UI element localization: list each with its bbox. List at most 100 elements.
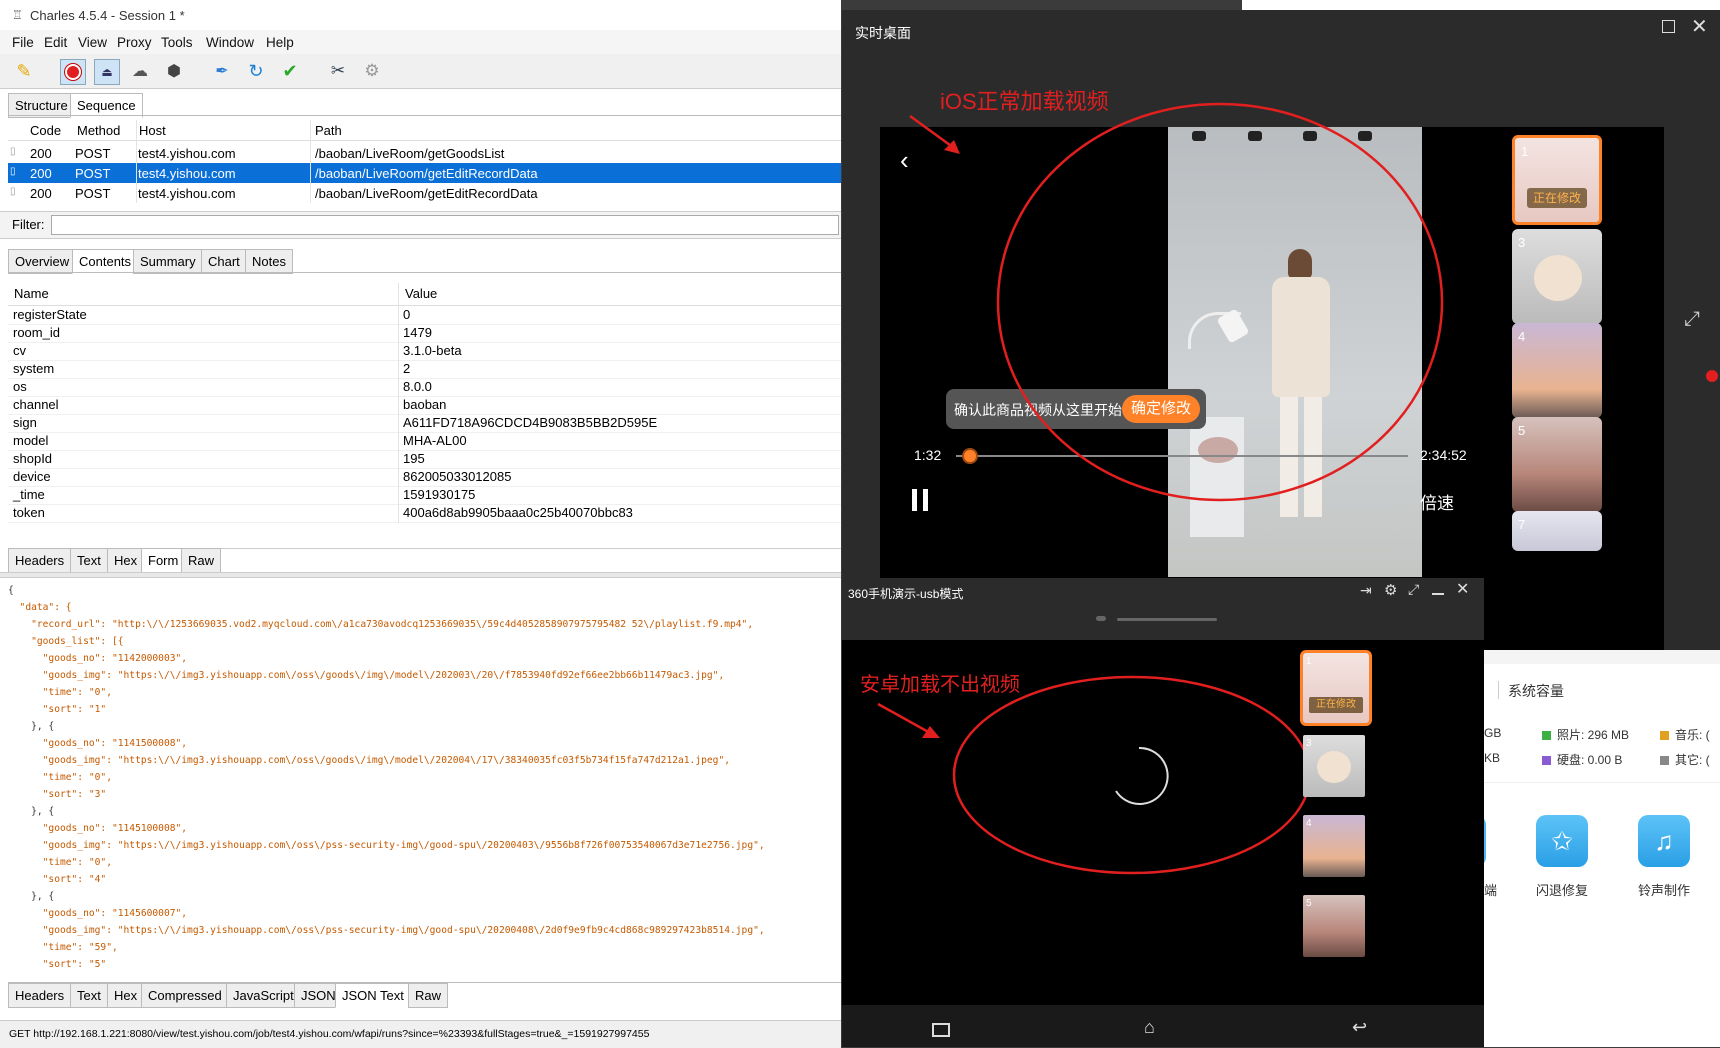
kv-row[interactable]: model MHA-AL00 xyxy=(8,432,841,451)
divider xyxy=(1498,681,1499,699)
refresh-icon[interactable]: ↻ xyxy=(244,59,268,83)
tab-req-form[interactable]: Form xyxy=(141,548,186,573)
legend-item: 音乐: ( xyxy=(1660,726,1710,743)
throttle-button[interactable]: ⏏ xyxy=(94,59,120,85)
menu-edit[interactable]: Edit xyxy=(44,35,67,50)
kv-row[interactable]: device 862005033012085 xyxy=(8,468,841,487)
json-line: "goods_no": "1142000003", xyxy=(8,653,188,664)
tab-overview[interactable]: Overview xyxy=(8,249,77,274)
broom-icon[interactable]: ✎ xyxy=(12,59,36,83)
json-line: "time": "59", xyxy=(8,942,118,953)
android-window-title: 360手机演示-usb模式 xyxy=(848,587,964,601)
drag-handle[interactable] xyxy=(1117,618,1217,621)
view-tabs: Structure Sequence xyxy=(8,93,841,118)
table-row[interactable]: ▯ 200 POST test4.yishou.com /baoban/Live… xyxy=(8,183,841,203)
check-icon[interactable]: ✔ xyxy=(278,59,302,83)
menu-proxy[interactable]: Proxy xyxy=(117,35,152,50)
kv-header-name[interactable]: Name xyxy=(14,286,49,301)
tab-req-raw[interactable]: Raw xyxy=(181,548,222,573)
kv-value: 400a6d8ab9905baaa0c25b40070bbc83 xyxy=(403,505,633,520)
menu-help[interactable]: Help xyxy=(266,35,294,50)
thumb-number: 5 xyxy=(1306,898,1312,909)
product-thumb[interactable]: 4 xyxy=(1303,815,1365,877)
filter-input[interactable] xyxy=(51,215,839,235)
fullscreen-icon[interactable]: ⤢ xyxy=(1408,581,1419,598)
legend-item: 其它: ( xyxy=(1660,751,1710,768)
col-path[interactable]: Path xyxy=(315,123,342,138)
stop-hexagon-icon[interactable]: ⬢ xyxy=(162,59,186,83)
json-line: "time": "0", xyxy=(8,772,112,783)
kv-header-value[interactable]: Value xyxy=(405,286,437,301)
tab-res-raw[interactable]: Raw xyxy=(408,983,449,1008)
kv-row[interactable]: os 8.0.0 xyxy=(8,378,841,397)
back-icon[interactable]: ↩ xyxy=(1352,1017,1367,1038)
tab-contents[interactable]: Contents xyxy=(72,249,139,274)
tab-res-compressed[interactable]: Compressed xyxy=(141,983,229,1008)
json-line: "sort": "5" xyxy=(8,959,107,970)
product-thumb[interactable]: 5 xyxy=(1303,895,1365,957)
kv-row[interactable]: room_id 1479 xyxy=(8,324,841,343)
tab-req-text[interactable]: Text xyxy=(70,548,108,573)
close-icon[interactable]: ✕ xyxy=(1691,14,1708,39)
kv-row[interactable]: channel baoban xyxy=(8,396,841,415)
bell-icon[interactable]: ♫ xyxy=(1638,815,1690,867)
tab-res-json-text[interactable]: JSON Text xyxy=(335,983,411,1008)
kv-row[interactable]: sign A611FD718A96CDCD4B9083B5BB2D595E xyxy=(8,414,841,433)
recent-apps-icon[interactable] xyxy=(932,1023,950,1037)
tab-chart[interactable]: Chart xyxy=(201,249,247,274)
tab-res-hex[interactable]: Hex xyxy=(107,983,145,1008)
tools-icon[interactable]: ✂ xyxy=(326,59,350,83)
phone-rotate-icon[interactable]: ⇥ xyxy=(1360,582,1372,599)
thumb-number: 1 xyxy=(1306,656,1312,667)
charles-app-icon: ♖ xyxy=(12,8,23,22)
live-title: 实时桌面 xyxy=(855,25,911,41)
maximize-icon[interactable] xyxy=(1662,20,1675,33)
row-path: /baoban/LiveRoom/getEditRecordData xyxy=(315,166,538,181)
record-button[interactable] xyxy=(60,59,86,85)
kv-row[interactable]: token 400a6d8ab9905baaa0c25b40070bbc83 xyxy=(8,504,841,523)
col-method[interactable]: Method xyxy=(77,123,120,138)
close-icon[interactable]: ✕ xyxy=(1456,579,1469,599)
tab-req-hex[interactable]: Hex xyxy=(107,548,145,573)
tab-res-javascript[interactable]: JavaScript xyxy=(226,983,301,1008)
tab-notes[interactable]: Notes xyxy=(245,249,293,274)
ios-video-screen[interactable]: ‹ 确认此商品视频从这里开始 确定修改 1:32 2:34:52 倍速 1 正在… xyxy=(880,102,1664,650)
turtle-icon[interactable]: ☁ xyxy=(128,59,152,83)
minimize-icon[interactable] xyxy=(1432,593,1444,595)
menu-file[interactable]: File xyxy=(12,35,34,50)
kv-row[interactable]: shopId 195 xyxy=(8,450,841,469)
menu-tools[interactable]: Tools xyxy=(161,35,193,50)
kv-row[interactable]: registerState 0 xyxy=(8,306,841,325)
split-handle[interactable] xyxy=(0,572,841,578)
json-text-view[interactable]: { "data": { "record_url": "http:\/\/1253… xyxy=(8,582,833,982)
expand-icon[interactable]: ⤢ xyxy=(1684,308,1700,331)
star-shield-icon[interactable]: ✩ xyxy=(1536,815,1588,867)
other-color-swatch xyxy=(1660,756,1669,766)
tab-summary[interactable]: Summary xyxy=(133,249,203,274)
product-thumb-active[interactable]: 1 正在修改 xyxy=(1300,650,1372,726)
col-code[interactable]: Code xyxy=(30,123,61,138)
settings-icon[interactable]: ⚙ xyxy=(1384,581,1397,599)
settings-gear-icon[interactable]: ⚙ xyxy=(360,59,384,83)
kv-row[interactable]: _time 1591930175 xyxy=(8,486,841,505)
android-nav-bar: ⌂ ↩ xyxy=(842,1005,1484,1047)
table-row-selected[interactable]: ▯ 200 POST test4.yishou.com /baoban/Live… xyxy=(8,163,841,183)
kv-row[interactable]: system 2 xyxy=(8,360,841,379)
row-host: test4.yishou.com xyxy=(138,166,236,181)
tab-req-headers[interactable]: Headers xyxy=(8,548,72,573)
col-host[interactable]: Host xyxy=(139,123,166,138)
pen-icon[interactable]: ✒ xyxy=(210,59,234,83)
home-icon[interactable]: ⌂ xyxy=(1144,1017,1155,1038)
json-line: }, { xyxy=(8,721,55,732)
tab-res-text[interactable]: Text xyxy=(70,983,108,1008)
menu-view[interactable]: View xyxy=(78,35,107,50)
table-row[interactable]: ▯ 200 POST test4.yishou.com /baoban/Live… xyxy=(8,143,841,163)
menu-window[interactable]: Window xyxy=(206,35,254,50)
kv-row[interactable]: cv 3.1.0-beta xyxy=(8,342,841,361)
json-line: "goods_img": "https:\/\/img3.yishouapp.c… xyxy=(8,755,730,766)
android-video-screen[interactable]: 安卓加载不出视频 1 正在修改 3 4 5 xyxy=(842,640,1484,1005)
background-window-edge xyxy=(1242,0,1720,10)
response-tabs: Headers Text Hex Compressed JavaScript J… xyxy=(8,982,841,1008)
tab-res-headers[interactable]: Headers xyxy=(8,983,72,1008)
product-thumb[interactable]: 3 xyxy=(1303,735,1365,797)
